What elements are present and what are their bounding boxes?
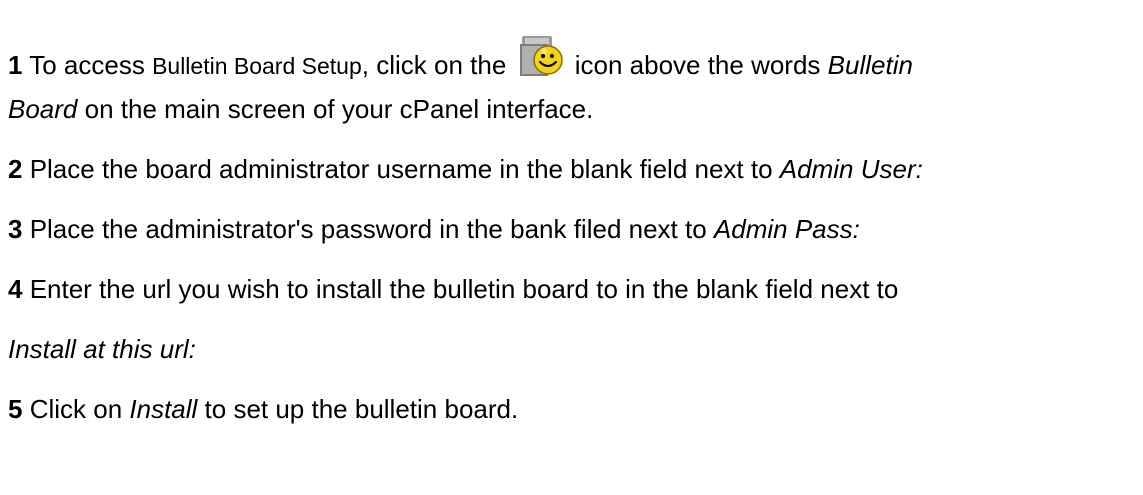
instructions-document: 1 To access Bulletin Board Setup, click … — [0, 0, 1143, 495]
step-4-line-2: Install at this url: — [8, 334, 196, 364]
bulletin-board-smiley-icon — [516, 34, 566, 80]
step-4-line-1: 4 Enter the url you wish to install the … — [8, 274, 898, 304]
step-number: 2 — [8, 154, 23, 184]
step-number: 1 — [8, 50, 23, 80]
install-italic: Install — [129, 394, 198, 424]
step-1-line-1: 1 To access Bulletin Board Setup, click … — [8, 34, 913, 81]
step-text: on the main screen of your cPanel interf… — [77, 94, 594, 124]
setup-label: Bulletin Board Setup — [152, 53, 362, 79]
step-number: 4 — [8, 274, 23, 304]
step-5: 5 Click on Install to set up the bulleti… — [8, 394, 518, 424]
board-italic: Board — [8, 94, 78, 124]
step-text: Click on — [22, 394, 130, 424]
step-text: Place the board administrator username i… — [22, 154, 780, 184]
step-text: icon above the words — [567, 50, 828, 80]
step-text: to set up the bulletin board. — [197, 394, 519, 424]
step-number: 3 — [8, 214, 23, 244]
step-text: Place the administrator's password in th… — [22, 214, 714, 244]
admin-user-italic: Admin User: — [779, 154, 923, 184]
step-number: 5 — [8, 394, 23, 424]
step-text: Enter the url you wish to install the bu… — [22, 274, 899, 304]
install-url-italic: Install at this url: — [8, 334, 196, 364]
bulletin-italic: Bulletin — [827, 50, 913, 80]
step-text: , click on the — [361, 50, 514, 80]
admin-pass-italic: Admin Pass: — [713, 214, 860, 244]
step-text: To access — [22, 50, 153, 80]
step-3: 3 Place the administrator's password in … — [8, 214, 860, 244]
step-2: 2 Place the board administrator username… — [8, 154, 923, 184]
step-1-line-2: Board on the main screen of your cPanel … — [8, 94, 593, 124]
